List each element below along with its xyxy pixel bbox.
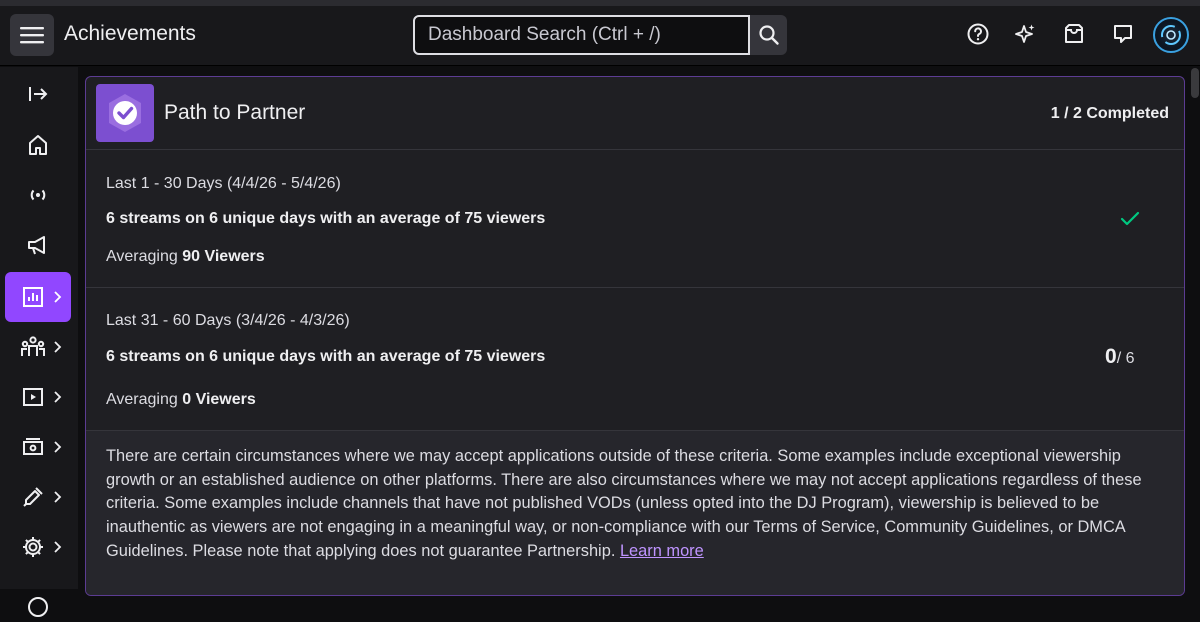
ai-assistant-button[interactable] [1012,21,1038,47]
sidebar-item-extensions[interactable] [5,472,71,522]
sidebar-item-stream-manager[interactable] [5,170,71,220]
averaging-value: 0 Viewers [182,391,256,408]
sidebar-item-home[interactable] [5,120,71,170]
menu-icon [20,27,44,44]
progress-current: 0 [1105,345,1117,368]
learn-more-link[interactable]: Learn more [620,542,704,560]
sidebar-item-community[interactable] [5,322,71,372]
checkmark-icon [1120,211,1140,226]
main-content: Path to Partner 1 / 2 Completed Last 1 -… [78,67,1200,596]
help-button[interactable] [965,21,991,47]
card-header: Path to Partner 1 / 2 Completed [86,77,1184,150]
averaging-line: Averaging 90 Viewers [106,248,265,266]
chevron-right-icon [54,291,62,303]
averaging-label: Averaging [106,391,178,408]
chevron-right-icon [54,391,62,403]
home-icon [29,135,47,155]
settings-icon [23,537,43,557]
progress-counter: 0/ 6 [1105,345,1134,369]
chevron-right-icon [54,341,62,353]
whispers-button[interactable] [1110,21,1136,47]
averaging-value: 90 Viewers [182,248,265,265]
chevron-right-icon [54,441,62,453]
path-to-partner-card: Path to Partner 1 / 2 Completed Last 1 -… [85,76,1185,596]
help-icon [967,23,989,45]
avatar-logo-icon [1161,25,1181,45]
community-icon [21,336,45,356]
averaging-line: Averaging 0 Viewers [106,391,256,409]
sidebar [0,67,78,617]
disclaimer: There are certain circumstances where we… [86,431,1184,595]
chevron-right-icon [54,541,62,553]
card-title: Path to Partner [164,101,306,124]
sidebar-item-more[interactable] [5,572,71,622]
partner-badge [96,84,154,142]
sidebar-item-analytics[interactable] [5,272,71,322]
inbox-icon [1065,24,1083,43]
collapse-arrow-icon [29,87,48,101]
monetization-icon [23,438,43,455]
whispers-icon [1114,25,1132,43]
broadcast-icon [30,189,46,201]
completion-status: 1 / 2 Completed [1050,105,1169,122]
avatar[interactable] [1153,17,1189,53]
partial-icon [28,597,48,617]
sidebar-item-collapse[interactable] [5,69,71,119]
criteria-section: Last 1 - 30 Days (4/4/26 - 5/4/26) 6 str… [86,151,1184,288]
search-icon [758,25,779,45]
date-range: Last 1 - 30 Days (4/4/26 - 5/4/26) [106,175,341,192]
progress-total: / 6 [1116,350,1135,367]
menu-button[interactable] [10,14,54,56]
checkmark-badge-icon [109,94,141,132]
sparkle-icon [1015,24,1035,43]
page-title: Achievements [64,22,196,45]
extensions-icon [23,487,43,507]
analytics-icon [23,287,43,307]
scrollbar-track[interactable] [1190,67,1200,589]
sidebar-item-settings[interactable] [5,522,71,572]
scrollbar-thumb[interactable] [1191,68,1199,98]
sidebar-item-content[interactable] [5,372,71,422]
sidebar-item-promotions[interactable] [5,220,71,270]
search-input[interactable]: Dashboard Search (Ctrl + /) [413,15,750,55]
averaging-label: Averaging [106,248,178,265]
content-icon [23,388,43,406]
date-range: Last 31 - 60 Days (3/4/26 - 4/3/26) [106,312,350,329]
inbox-button[interactable] [1061,21,1087,47]
megaphone-icon [28,236,45,255]
top-bar: Achievements Dashboard Search (Ctrl + /) [0,6,1200,66]
sidebar-item-monetization[interactable] [5,422,71,472]
search-button[interactable] [750,15,787,55]
criteria-text: 6 streams on 6 unique days with an avera… [106,348,546,365]
chevron-right-icon [54,491,62,503]
criteria-text: 6 streams on 6 unique days with an avera… [106,210,546,227]
criteria-section: Last 31 - 60 Days (3/4/26 - 4/3/26) 6 st… [86,288,1184,431]
